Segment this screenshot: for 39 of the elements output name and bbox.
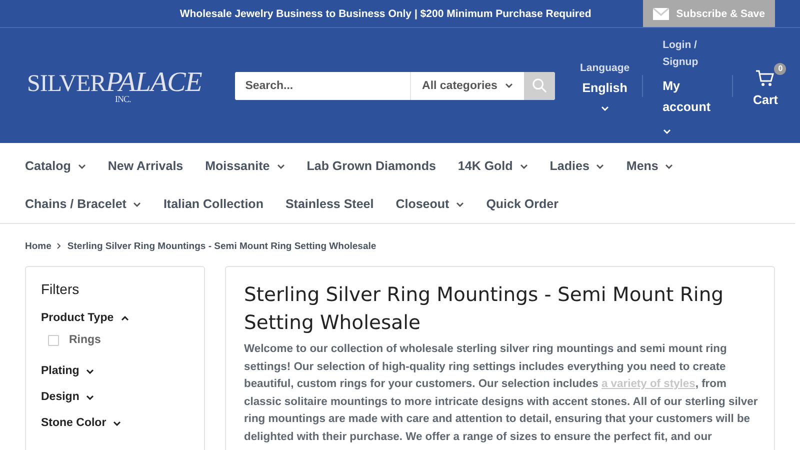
nav-link[interactable]: Italian Collection <box>163 185 264 223</box>
account-menu[interactable]: My account <box>662 76 718 118</box>
envelope-icon <box>653 8 670 20</box>
page-title: Sterling Silver Ring Mountings - Semi Mount Ring Setting Wholesale <box>244 282 725 336</box>
filter-group-toggle[interactable]: Product Type <box>41 307 129 329</box>
nav-link[interactable]: Catalog <box>25 147 86 185</box>
chevron-right-icon <box>57 243 62 249</box>
filter-option-label: Rings <box>69 334 101 346</box>
cart-button[interactable]: 0 Cart <box>740 60 790 110</box>
nav-link[interactable]: 14K Gold <box>458 147 528 185</box>
chevron-down-icon <box>662 129 671 134</box>
description-paragraph: Welcome to our collection of wholesale sterling silver ring mountings and semi mount ring settings! Our selection of high-quality ring settings includes everything you need to create beautiful, custom rings for your customers. Our selection includes a variety of styles, from classic solitaire mountings to more intricate designs with accent stones. All of our sterling silver ring mountings are made with care and attention to detail, ensuring that your customers will be delighted with their purchase. We offer a range of sizes to ensure the perfect fit, and our <box>244 342 759 444</box>
nav-link[interactable]: Lab Grown Diamonds <box>306 147 436 185</box>
language-label: Language <box>580 61 630 76</box>
nav-link[interactable]: Chains / Bracelet <box>25 185 142 223</box>
filter-group-toggle[interactable]: Design <box>41 386 94 408</box>
checkbox[interactable] <box>48 334 59 346</box>
search-icon <box>532 78 548 93</box>
language-selector[interactable]: English <box>582 79 628 98</box>
filter-group-toggle[interactable]: Plating <box>41 360 94 382</box>
nav-link[interactable]: Mens <box>626 147 674 185</box>
login-link[interactable]: Login / Signup <box>662 37 711 71</box>
search-button[interactable] <box>524 72 555 100</box>
breadcrumb-link[interactable]: Home <box>25 240 52 252</box>
chevron-down-icon <box>505 83 514 88</box>
announcement-text: Wholesale Jewelry Business to Business Only | $200 Minimum Purchase Required <box>180 8 592 20</box>
nav-link[interactable]: Ladies <box>550 147 604 185</box>
nav-link[interactable]: New Arrivals <box>108 147 184 185</box>
nav-link[interactable]: Stainless Steel <box>285 185 374 223</box>
nav-link[interactable]: Quick Order <box>486 185 558 223</box>
chevron-down-icon <box>600 106 609 111</box>
nav-link[interactable]: Moissanite <box>205 147 285 185</box>
filter-group-toggle[interactable]: Stone Color <box>41 412 122 434</box>
breadcrumb-current: Sterling Silver Ring Mountings - Semi Mount Ring Setting Wholesale <box>67 240 376 252</box>
search-field[interactable]: Search... All categories <box>235 72 555 100</box>
nav-link[interactable]: Closeout <box>396 185 464 223</box>
cart-icon <box>755 68 776 86</box>
cart-count-badge: 0 <box>774 62 786 74</box>
filters-title: Filters <box>41 281 80 297</box>
